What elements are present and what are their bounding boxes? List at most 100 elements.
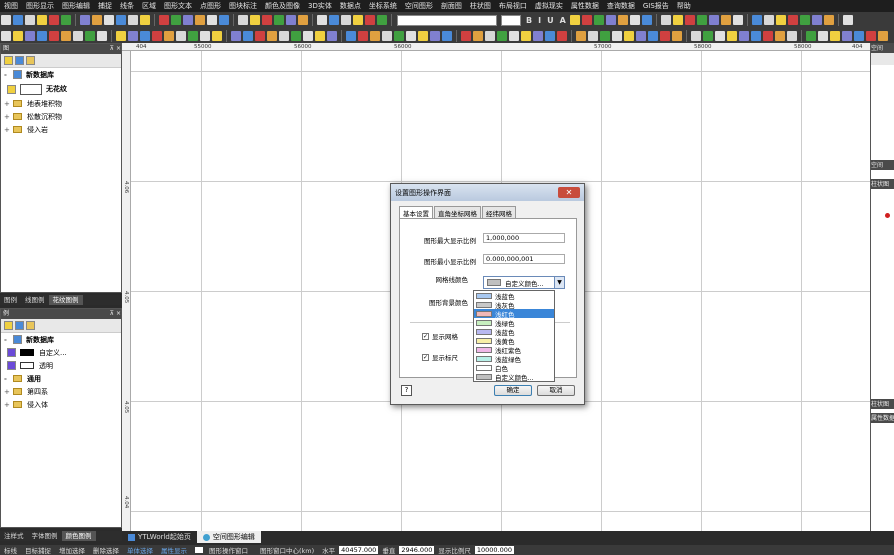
tree-folder-item[interactable]: - 通用: [1, 372, 121, 385]
expand-icon[interactable]: +: [4, 100, 11, 108]
status-item[interactable]: 增加选择: [55, 545, 89, 555]
show-grid-checkbox[interactable]: ✓ 显示网格: [422, 331, 458, 341]
tab-start-page[interactable]: YTLWorld起始页: [122, 531, 197, 543]
toolbar-icon[interactable]: [279, 30, 289, 41]
menu-item[interactable]: 3D实体: [304, 0, 336, 12]
toolbar-icon[interactable]: [140, 30, 150, 41]
toolbar-icon[interactable]: [267, 30, 277, 41]
right-panel-title[interactable]: 空间: [871, 43, 894, 53]
toolbar-icon[interactable]: [442, 30, 452, 41]
menu-item[interactable]: 图形编辑: [58, 0, 94, 12]
toolbar-icon[interactable]: [739, 30, 749, 41]
open-icon[interactable]: [15, 56, 24, 65]
toolbar-icon[interactable]: [61, 15, 71, 25]
toolbar-icon[interactable]: [329, 15, 339, 25]
toolbar-icon[interactable]: [806, 30, 816, 41]
toolbar-icon[interactable]: [212, 30, 222, 41]
help-button[interactable]: ?: [401, 385, 412, 396]
toolbar-icon[interactable]: [727, 30, 737, 41]
expand-icon[interactable]: +: [4, 388, 11, 396]
toolbar-icon[interactable]: [1, 30, 11, 41]
menu-item[interactable]: 图形文本: [160, 0, 196, 12]
cancel-button[interactable]: 取消: [537, 385, 575, 396]
toolbar-icon[interactable]: [605, 15, 616, 25]
toolbar-icon[interactable]: [715, 30, 725, 41]
toolbar-icon[interactable]: [799, 15, 810, 25]
toolbar-icon[interactable]: [1, 15, 11, 25]
toolbar-icon[interactable]: [255, 30, 265, 41]
checkbox-check-icon[interactable]: ✓: [422, 353, 429, 361]
toolbar-icon[interactable]: [394, 30, 404, 41]
color-option[interactable]: 浅蓝绿色: [474, 355, 554, 364]
toolbar-icon[interactable]: [878, 30, 888, 41]
toolbar-icon[interactable]: [660, 30, 670, 41]
toolbar-icon[interactable]: [830, 30, 840, 41]
toolbar-icon[interactable]: [732, 15, 743, 25]
toolbar-icon[interactable]: [159, 15, 169, 25]
folder-icon[interactable]: [26, 56, 35, 65]
font-select[interactable]: [397, 14, 497, 26]
text-button[interactable]: A: [560, 16, 566, 25]
toolbar-icon[interactable]: [37, 15, 47, 25]
chevron-down-icon[interactable]: ▼: [554, 277, 564, 288]
toolbar-icon[interactable]: [286, 15, 296, 25]
menu-item[interactable]: 线条: [116, 0, 138, 12]
font-size-select[interactable]: [501, 14, 521, 26]
toolbar-icon[interactable]: [600, 30, 610, 41]
toolbar-icon[interactable]: [365, 15, 375, 25]
toolbar-icon[interactable]: [80, 15, 90, 25]
toolbar-icon[interactable]: [370, 30, 380, 41]
menu-item[interactable]: 布局视口: [495, 0, 531, 12]
toolbar-icon[interactable]: [497, 30, 507, 41]
status-item[interactable]: 删除选择: [89, 545, 123, 555]
toolbar-icon[interactable]: [612, 30, 622, 41]
toolbar-icon[interactable]: [430, 30, 440, 41]
toolbar-icon[interactable]: [73, 30, 83, 41]
toolbar-icon[interactable]: [703, 30, 713, 41]
toolbar-icon[interactable]: [823, 15, 834, 25]
toolbar-icon[interactable]: [521, 30, 531, 41]
tree-color-item[interactable]: 透明: [1, 359, 121, 372]
menu-item[interactable]: GIS报告: [639, 0, 673, 12]
toolbar-icon[interactable]: [763, 30, 773, 41]
toolbar-icon[interactable]: [672, 15, 683, 25]
toolbar-icon[interactable]: [569, 15, 580, 25]
toolbar-icon[interactable]: [581, 15, 592, 25]
toolbar-icon[interactable]: [691, 30, 701, 41]
tab-font-legend[interactable]: 字体图例: [28, 531, 62, 541]
toolbar-icon[interactable]: [533, 30, 543, 41]
window-checkbox[interactable]: 图形操作窗口: [191, 545, 256, 555]
toolbar-icon[interactable]: [648, 30, 658, 41]
toolbar-icon[interactable]: [152, 30, 162, 41]
toolbar-icon[interactable]: [708, 15, 719, 25]
toolbar-icon[interactable]: [461, 30, 471, 41]
toolbar-icon[interactable]: [195, 15, 205, 25]
toolbar-icon[interactable]: [696, 15, 707, 25]
expand-icon[interactable]: +: [4, 113, 11, 121]
toolbar-icon[interactable]: [140, 15, 150, 25]
collapse-icon[interactable]: -: [4, 71, 11, 79]
menu-item[interactable]: 视图: [0, 0, 22, 12]
toolbar-icon[interactable]: [243, 30, 253, 41]
toolbar-icon[interactable]: [291, 30, 301, 41]
tab-line-legend[interactable]: 线图例: [21, 295, 49, 305]
status-item[interactable]: 属性显示: [157, 545, 191, 555]
toolbar-icon[interactable]: [866, 30, 876, 41]
toolbar-icon[interactable]: [13, 15, 23, 25]
toolbar-icon[interactable]: [92, 15, 102, 25]
toolbar-icon[interactable]: [418, 30, 428, 41]
toolbar-icon[interactable]: [128, 15, 138, 25]
toolbar-icon[interactable]: [238, 15, 248, 25]
bold-button[interactable]: B: [526, 16, 532, 25]
tree-folder-item[interactable]: + 侵入岩: [1, 123, 121, 136]
menu-item[interactable]: 图形显示: [22, 0, 58, 12]
toolbar-icon[interactable]: [315, 30, 325, 41]
folder-icon[interactable]: [26, 321, 35, 330]
toolbar-icon[interactable]: [97, 30, 107, 41]
y-value-field[interactable]: 2946.000: [399, 546, 435, 554]
toolbar-icon[interactable]: [49, 30, 59, 41]
toolbar-icon[interactable]: [303, 30, 313, 41]
toolbar-icon[interactable]: [406, 30, 416, 41]
toolbar-icon[interactable]: [327, 30, 337, 41]
tree-root[interactable]: - 新数据库: [1, 68, 121, 81]
